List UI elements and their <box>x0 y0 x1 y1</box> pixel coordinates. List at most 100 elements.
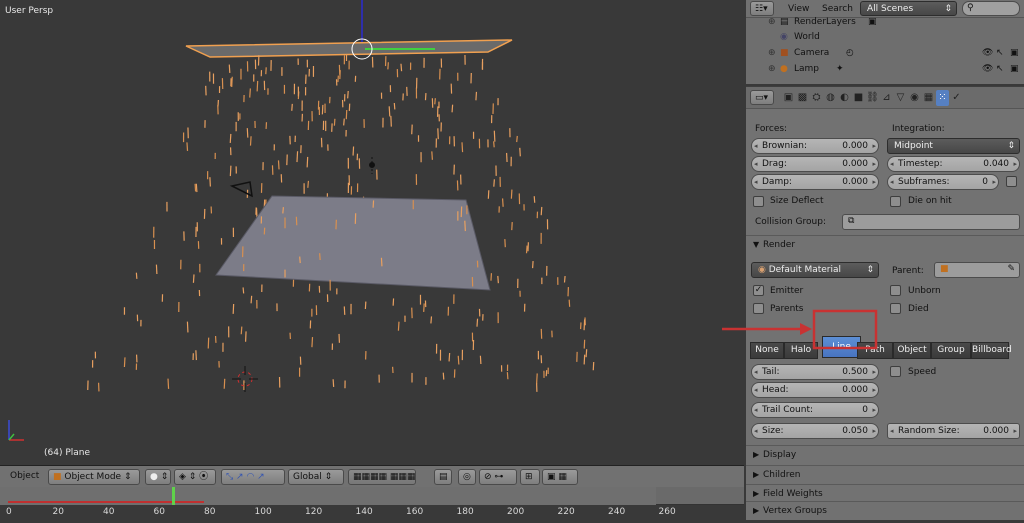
properties-editor[interactable]: ▭▾ ▣▩⛭◍◐■⛓⊿▽◉▦⁙✓ Forces: Integration: Br… <box>746 86 1024 519</box>
proportional-icon: ◎ <box>463 472 471 482</box>
view-label: User Persp <box>5 6 53 16</box>
render-toggle-icon[interactable]: ▣ <box>1010 45 1019 61</box>
world-icon: ◉ <box>780 29 788 45</box>
particle-streak <box>511 190 512 199</box>
subframes-toggle[interactable] <box>1006 176 1017 187</box>
snap-target-button[interactable]: ⊞ <box>520 469 540 485</box>
render-type-object[interactable]: Object <box>893 342 931 359</box>
render-type-halo[interactable]: Halo <box>784 342 818 359</box>
object-menu[interactable]: Object <box>10 471 39 481</box>
die-on-hit-checkbox[interactable] <box>890 196 901 207</box>
particle-streak <box>300 257 301 264</box>
3d-viewport[interactable]: User Persp (64) Plane <box>0 0 744 465</box>
mode-dropdown[interactable]: ■ Object Mode ⇕ <box>48 469 140 485</box>
timeline-tick-label: 100 <box>255 507 272 517</box>
emitter-checkbox[interactable]: ✓ <box>753 285 764 296</box>
section-children[interactable]: ▶Children <box>746 465 1024 484</box>
drag-field[interactable]: Drag:0.000 <box>751 156 879 172</box>
outliner-item-world[interactable]: ◉ World <box>746 29 1024 45</box>
orientation-dropdown[interactable]: Global ⇕ <box>288 469 344 485</box>
eyedropper-icon[interactable]: ✎ <box>1007 264 1015 274</box>
render-buttons[interactable]: ▣ ▦ <box>542 469 578 485</box>
random-size-field[interactable]: Random Size:0.000 <box>887 423 1020 439</box>
context-tabs[interactable]: ▣▩⛭◍◐■⛓⊿▽◉▦⁙✓ <box>782 90 964 106</box>
renderlayers-icon: ▤ <box>780 14 789 30</box>
parents-checkbox[interactable] <box>753 303 764 314</box>
size-deflect-checkbox[interactable] <box>753 196 764 207</box>
render-type-path[interactable]: Path <box>857 342 893 359</box>
brownian-field[interactable]: Brownian:0.000 <box>751 138 879 154</box>
context-tab-icon[interactable]: ▽ <box>894 90 907 106</box>
outliner-item-renderlayers[interactable]: ⊕▤RenderLayers▣ <box>746 14 1024 30</box>
snap-dropdown[interactable]: ⊘ ⊶ <box>479 469 517 485</box>
context-tab-icon[interactable]: ⁙ <box>936 90 949 106</box>
section-display[interactable]: ▶Display <box>746 445 1024 464</box>
parent-field[interactable]: ■✎ <box>934 262 1020 278</box>
pivot-dropdown[interactable]: ◈ ⇕ ⦿ <box>174 469 216 485</box>
outliner-item-camera[interactable]: ⊕■Camera◴👁↖▣ <box>746 45 1024 61</box>
editor-type-button[interactable]: ▭▾ <box>750 90 774 105</box>
lock-layer-button[interactable]: ▤ <box>434 469 452 485</box>
context-tab-icon[interactable]: ▣ <box>782 90 795 106</box>
context-tab-icon[interactable]: ⛓ <box>866 90 879 106</box>
speed-checkbox[interactable] <box>890 366 901 377</box>
timeline-tick-label: 160 <box>406 507 423 517</box>
context-tab-icon[interactable]: ■ <box>852 90 865 106</box>
context-tab-icon[interactable]: ▩ <box>796 90 809 106</box>
timeline-strip[interactable] <box>0 487 744 505</box>
render-section-header[interactable]: ▼Render <box>746 235 1024 254</box>
collision-group-field[interactable]: ⧉ <box>842 214 1020 230</box>
eye-icon[interactable]: 👁 <box>982 45 993 61</box>
render-type-group[interactable]: Group <box>931 342 971 359</box>
context-tab-icon[interactable]: ◍ <box>824 90 837 106</box>
outliner-item-lamp[interactable]: ⊕●Lamp✦👁↖▣ <box>746 61 1024 77</box>
tail-field[interactable]: Tail:0.500 <box>751 364 879 380</box>
material-dropdown[interactable]: ◉ Default Material⇕ <box>751 262 879 278</box>
unborn-checkbox[interactable] <box>890 285 901 296</box>
shading-dropdown[interactable]: ● ⇕ <box>145 469 171 485</box>
particle-streak <box>424 303 425 311</box>
expanded-triangle-icon: ▼ <box>753 236 759 254</box>
render-type-none[interactable]: None <box>750 342 784 359</box>
context-tab-icon[interactable]: ⛭ <box>810 90 823 106</box>
cursor-icon[interactable]: ↖ <box>996 61 1004 77</box>
manipulator-buttons[interactable]: ⤡ ↗ ◠ ↗ <box>221 469 285 485</box>
context-tab-icon[interactable]: ✓ <box>950 90 963 106</box>
proportional-edit-button[interactable]: ◎ <box>458 469 476 485</box>
timestep-field[interactable]: Timestep:0.040 <box>887 156 1020 172</box>
context-tab-icon[interactable]: ◐ <box>838 90 851 106</box>
render-type-billboard[interactable]: Billboard <box>971 342 1009 359</box>
timeline[interactable]: 020406080100120140160180200220240260 <box>0 487 744 519</box>
current-frame-marker[interactable] <box>172 487 175 505</box>
render-type-line[interactable]: Line <box>822 336 861 358</box>
eye-icon[interactable]: 👁 <box>982 61 993 77</box>
particle-streak <box>307 157 308 167</box>
particle-streak <box>537 373 538 383</box>
drag-label: Drag: <box>762 157 787 171</box>
particle-streak <box>292 104 293 111</box>
lamp-object <box>370 157 375 174</box>
context-tab-icon[interactable]: ▦ <box>922 90 935 106</box>
view-menu[interactable]: View <box>788 4 809 14</box>
trail-count-field[interactable]: Trail Count:0 <box>751 402 879 418</box>
context-tab-icon[interactable]: ◉ <box>908 90 921 106</box>
snap-target-icon: ⊞ <box>525 472 533 482</box>
particle-streak <box>465 221 466 231</box>
outliner-item-label: World <box>794 29 820 45</box>
size-field[interactable]: Size:0.050 <box>751 423 879 439</box>
timeline-tick-label: 0 <box>6 507 12 517</box>
integration-dropdown[interactable]: Midpoint⇕ <box>887 138 1020 154</box>
damp-field[interactable]: Damp:0.000 <box>751 174 879 190</box>
particle-streak <box>283 207 284 213</box>
context-tab-icon[interactable]: ⊿ <box>880 90 893 106</box>
died-checkbox[interactable] <box>890 303 901 314</box>
render-toggle-icon[interactable]: ▣ <box>1010 61 1019 77</box>
cursor-icon[interactable]: ↖ <box>996 45 1004 61</box>
section-vertex-groups[interactable]: ▶Vertex Groups <box>746 501 1024 520</box>
search-menu[interactable]: Search <box>822 4 853 14</box>
head-field[interactable]: Head:0.000 <box>751 382 879 398</box>
outliner[interactable]: ☷▾ View Search All Scenes⇕ ⚲ ⊕▤RenderLay… <box>746 0 1024 84</box>
particle-streak <box>308 181 309 188</box>
layer-buttons[interactable]: ▦▦▦▦ ▦▦▦▦ <box>348 469 416 485</box>
subframes-field[interactable]: Subframes:0 <box>887 174 999 190</box>
